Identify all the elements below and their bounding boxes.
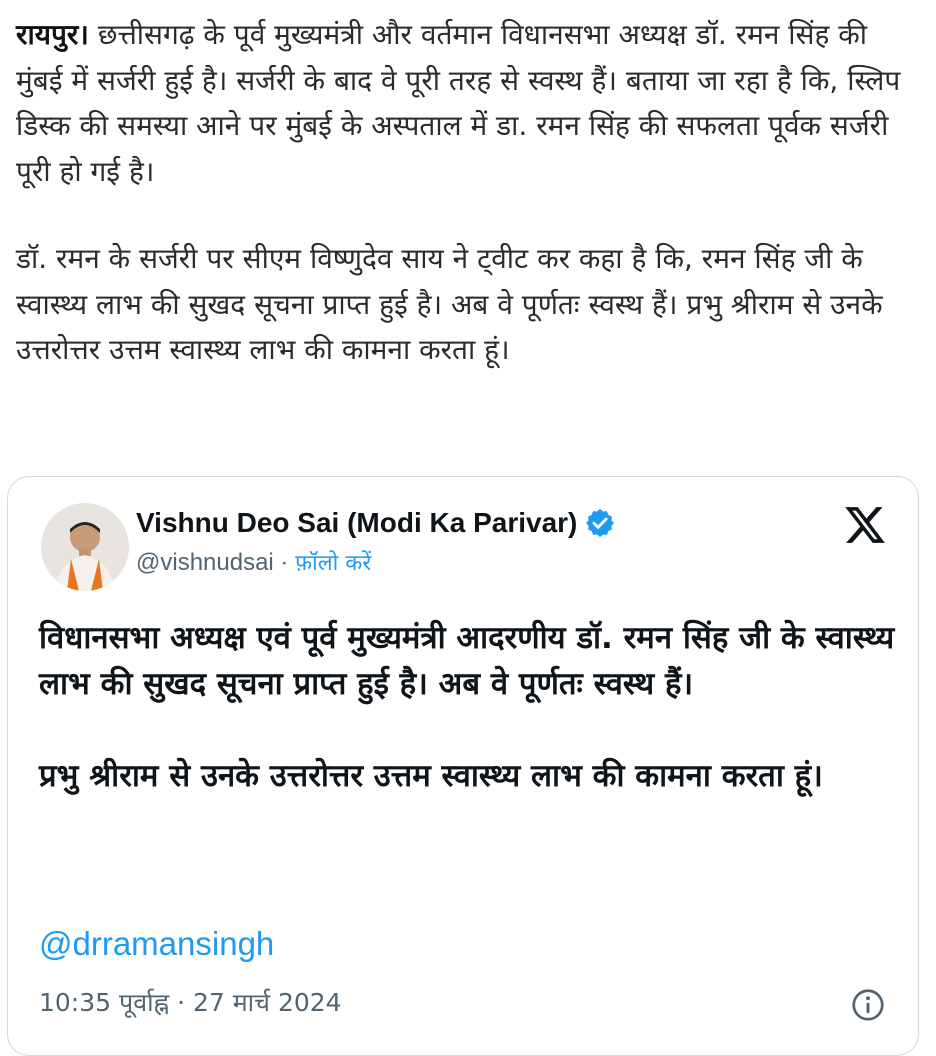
tweet-text-paragraph-1: विधानसभा अध्यक्ष एवं पूर्व मुख्यमंत्री आ… — [39, 620, 895, 702]
author-name-row[interactable]: Vishnu Deo Sai (Modi Ka Parivar) — [136, 507, 616, 539]
tweet-timestamp[interactable]: 10:35 पूर्वाह्न · 27 मार्च 2024 — [39, 985, 342, 1019]
avatar-photo — [41, 503, 129, 591]
x-logo-icon[interactable] — [843, 503, 887, 547]
author-handle-row: @vishnudsai · फ़ॉलो करें — [136, 547, 371, 577]
article-dateline: रायपुर। — [16, 18, 89, 51]
follow-link[interactable]: फ़ॉलो करें — [295, 551, 371, 576]
tweet-text-paragraph-2: प्रभु श्रीराम से उनके उत्तरोत्तर उत्तम स… — [39, 758, 823, 794]
author-avatar[interactable] — [41, 503, 129, 591]
embedded-tweet-card[interactable]: Vishnu Deo Sai (Modi Ka Parivar) @vishnu… — [7, 476, 919, 1056]
mention-link[interactable]: @drramansingh — [39, 925, 274, 963]
verified-badge-icon — [584, 507, 616, 539]
article-body: रायपुर। छत्तीसगढ़ के पूर्व मुख्यमंत्री औ… — [16, 12, 916, 373]
handle-separator: · — [273, 549, 296, 576]
article-paragraph-1: रायपुर। छत्तीसगढ़ के पूर्व मुख्यमंत्री औ… — [16, 12, 916, 194]
author-handle[interactable]: @vishnudsai — [136, 549, 274, 576]
info-icon[interactable] — [850, 987, 886, 1023]
article-paragraph-2: डॉ. रमन के सर्जरी पर सीएम विष्णुदेव साय … — [16, 242, 883, 366]
tweet-text: विधानसभा अध्यक्ष एवं पूर्व मुख्यमंत्री आ… — [39, 615, 899, 799]
author-name[interactable]: Vishnu Deo Sai (Modi Ka Parivar) — [136, 507, 577, 539]
article-paragraph-1-text: छत्तीसगढ़ के पूर्व मुख्यमंत्री और वर्तमा… — [16, 18, 901, 188]
